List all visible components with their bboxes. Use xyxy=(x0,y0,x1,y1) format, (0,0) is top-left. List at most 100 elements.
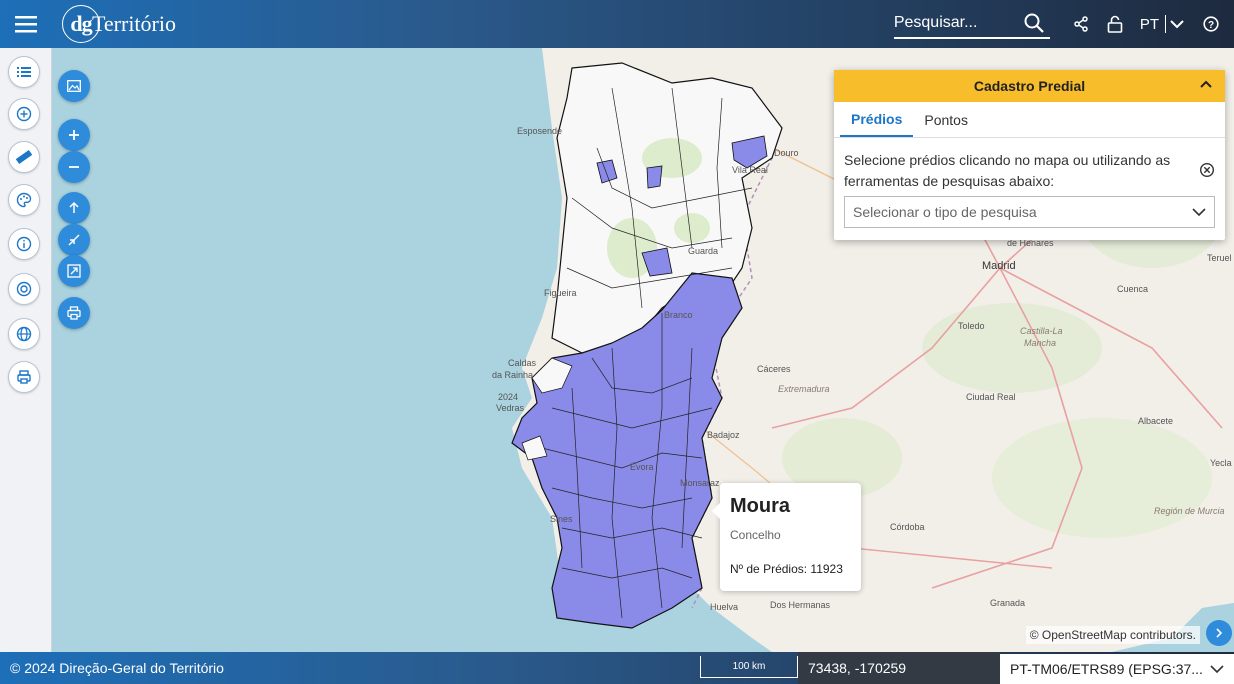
measure-button[interactable] xyxy=(8,141,40,173)
left-toolbar xyxy=(0,48,52,652)
map-label: Dos Hermanas xyxy=(770,600,831,610)
language-label: PT xyxy=(1139,15,1159,33)
map-label: Ciudad Real xyxy=(966,392,1016,402)
map-label: Vedras xyxy=(496,403,525,413)
map-label: Badajoz xyxy=(707,430,740,440)
map-label: Extremadura xyxy=(778,384,830,394)
map-label: Teruel xyxy=(1207,253,1232,263)
palette-icon xyxy=(16,192,32,208)
share-button[interactable] xyxy=(1064,0,1098,48)
target-icon xyxy=(16,281,32,297)
tab-pontos[interactable]: Pontos xyxy=(913,102,979,137)
tooltip-title: Moura xyxy=(730,495,790,517)
image-icon xyxy=(67,80,81,92)
language-divider xyxy=(1165,15,1166,33)
map-label: Mancha xyxy=(1024,338,1057,348)
map-label: Douro xyxy=(774,148,799,158)
north-button[interactable] xyxy=(58,192,90,224)
print-icon xyxy=(17,370,31,384)
basemap-button[interactable] xyxy=(8,318,40,350)
plus-circle-icon xyxy=(16,106,32,122)
map-label: Toledo xyxy=(958,321,985,331)
map-label: Caldas xyxy=(508,358,537,368)
projection-select[interactable]: PT-TM06/ETRS89 (EPSG:37... xyxy=(1000,654,1234,684)
map-label: Albacete xyxy=(1138,416,1174,426)
close-circle-icon[interactable] xyxy=(1199,162,1215,178)
tooltip-count: Nº de Prédios: 11923 xyxy=(730,562,843,576)
panel-instructions: Selecione prédios clicando no mapa ou ut… xyxy=(844,152,1171,189)
arrow-up-icon xyxy=(69,202,79,213)
list-icon xyxy=(17,67,31,77)
search-box xyxy=(893,9,1050,39)
map-label: Huelva xyxy=(710,602,739,612)
search-icon[interactable] xyxy=(1024,13,1044,33)
map-label: Región de Murcia xyxy=(1154,506,1225,516)
search-input[interactable] xyxy=(893,14,1024,32)
logo[interactable]: dg Território xyxy=(62,5,176,43)
map-label: Figueira xyxy=(544,288,577,298)
chevron-down-icon xyxy=(1170,20,1184,29)
print-icon xyxy=(67,306,81,320)
chevron-up-icon[interactable] xyxy=(1199,79,1213,89)
chevron-down-icon xyxy=(1192,208,1206,217)
zoom-in-button[interactable] xyxy=(58,119,90,151)
menu-button[interactable] xyxy=(0,0,52,48)
plus-icon xyxy=(69,130,79,140)
map-label: Castilla-La xyxy=(1020,326,1063,336)
fullscreen-button[interactable] xyxy=(58,255,90,287)
map-label: Vila Real xyxy=(732,165,768,175)
zoom-out-button[interactable] xyxy=(58,151,90,183)
map-label: Cáceres xyxy=(757,364,791,374)
svg-text:?: ? xyxy=(1208,20,1214,31)
map-label: Monsaraz xyxy=(680,478,720,488)
shrink-icon xyxy=(68,234,80,246)
scale-bar: 100 km xyxy=(700,656,798,678)
hamburger-icon xyxy=(15,16,37,33)
map-attribution: © OpenStreetMap contributors. xyxy=(1025,626,1200,644)
cadastro-panel: Cadastro Predial Prédios Pontos Selecion… xyxy=(834,70,1225,240)
map-label: Madrid xyxy=(982,260,1016,272)
map-label: Granada xyxy=(990,598,1026,608)
logo-text: Território xyxy=(92,11,176,36)
login-button[interactable] xyxy=(1098,0,1132,48)
style-button[interactable] xyxy=(8,184,40,216)
help-button[interactable]: ? xyxy=(1194,0,1228,48)
location-button[interactable] xyxy=(8,273,40,305)
minus-icon xyxy=(69,166,79,168)
info-button[interactable] xyxy=(8,228,40,260)
unlock-icon xyxy=(1107,15,1123,33)
map-label: Sines xyxy=(550,514,573,524)
print-button[interactable] xyxy=(8,361,40,393)
tooltip-arrow xyxy=(712,503,720,519)
image-layer-button[interactable] xyxy=(58,70,90,102)
map-label: Guarda xyxy=(688,246,719,256)
panel-tabs: Prédios Pontos xyxy=(834,102,1225,138)
projection-value: PT-TM06/ETRS89 (EPSG:37... xyxy=(1010,661,1203,677)
expand-icon xyxy=(67,264,81,278)
select-placeholder: Selecionar o tipo de pesquisa xyxy=(853,204,1037,220)
map-label: Esposende xyxy=(517,126,563,136)
copyright: © 2024 Direção-Geral do Território xyxy=(10,660,224,676)
coordinates-readout: 73438, -170259 xyxy=(798,652,1000,684)
map-label: 2024 xyxy=(498,392,519,402)
attribution-toggle[interactable] xyxy=(1206,620,1232,646)
panel-header[interactable]: Cadastro Predial xyxy=(834,70,1225,102)
zoom-extent-button[interactable] xyxy=(58,224,90,256)
layers-list-button[interactable] xyxy=(8,56,40,88)
chevron-right-icon xyxy=(1216,628,1223,638)
concelho-tooltip: Moura Concelho Nº de Prédios: 11923 xyxy=(712,483,861,591)
app-footer: © 2024 Direção-Geral do Território 100 k… xyxy=(0,652,1234,684)
tab-predios[interactable]: Prédios xyxy=(840,102,914,137)
map-label: Córdoba xyxy=(890,522,925,532)
help-icon: ? xyxy=(1203,16,1219,32)
chevron-down-icon xyxy=(1210,665,1224,674)
panel-body: Selecione prédios clicando no mapa ou ut… xyxy=(834,138,1225,240)
ruler-icon xyxy=(16,149,32,165)
globe-icon xyxy=(16,326,32,342)
panel-title: Cadastro Predial xyxy=(973,78,1086,94)
add-layer-button[interactable] xyxy=(8,98,40,130)
map-print-button[interactable] xyxy=(58,297,90,329)
search-type-select[interactable]: Selecionar o tipo de pesquisa xyxy=(844,196,1215,228)
language-selector[interactable]: PT xyxy=(1140,15,1184,33)
map-label: Cuenca xyxy=(1117,284,1149,294)
